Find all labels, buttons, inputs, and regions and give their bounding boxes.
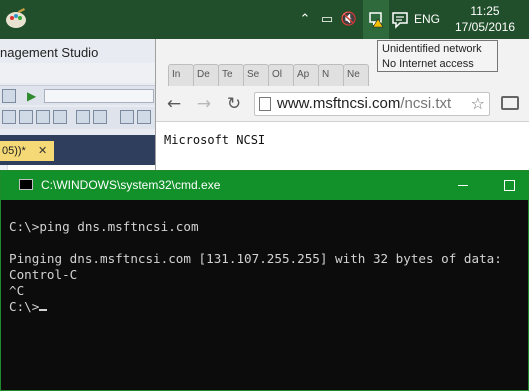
console-line: Pinging dns.msftncsi.com [131.107.255.25… [9, 251, 502, 266]
chrome-tab[interactable]: Ne [343, 64, 369, 86]
tooltip-line: Unidentified network [382, 43, 482, 55]
clock-time[interactable]: 11:25 [456, 4, 514, 18]
text-cursor [39, 309, 48, 311]
chrome-tab[interactable]: Te [218, 64, 244, 86]
chrome-toolbar: ← → ↻ www.msftncsi.com/ncsi.txt ☆ [156, 86, 529, 122]
ssms-toolbar: ▶ [0, 85, 170, 105]
clock-date[interactable]: 17/05/2016 [452, 20, 518, 34]
url-host: www.msftncsi.com [277, 95, 401, 112]
close-icon[interactable]: ✕ [38, 141, 47, 161]
chrome-tab[interactable]: Ap [293, 64, 319, 86]
ssms-toolbar-button[interactable] [19, 110, 33, 124]
cmd-app-icon [19, 179, 33, 190]
ssms-window-title: nagement Studio [0, 45, 99, 60]
taskbar: ⌃ ▭ 🔇 ENG 11:25 17/05/2016 [0, 0, 529, 39]
minimize-button[interactable] [453, 175, 473, 195]
ssms-toolbar-button[interactable] [137, 110, 151, 124]
maximize-button[interactable] [499, 175, 519, 195]
cmd-window-title: C:\WINDOWS\system32\cmd.exe [41, 178, 221, 192]
url-path: /ncsi.txt [400, 95, 452, 112]
ssms-toolbar-button[interactable] [76, 110, 90, 124]
tooltip-line: No Internet access [382, 58, 474, 70]
ssms-document-tabs: 05))* ✕ [0, 135, 170, 165]
ssms-toolbar-button[interactable] [2, 110, 16, 124]
forward-arrow-icon[interactable]: → [194, 94, 214, 114]
ssms-toolbar-2 [0, 107, 170, 129]
console-line: C:\>ping dns.msftncsi.com [9, 219, 199, 234]
console-line: Control-C [9, 267, 78, 282]
console-prompt: C:\> [9, 299, 40, 314]
console-line: ^C [9, 283, 25, 298]
cmd-title-bar[interactable]: C:\WINDOWS\system32\cmd.exe [1, 171, 528, 200]
chrome-tab[interactable]: De [193, 64, 219, 86]
ssms-toolbar-button[interactable] [53, 110, 67, 124]
address-bar[interactable]: www.msftncsi.com/ncsi.txt ☆ [254, 92, 490, 116]
chrome-tab[interactable]: N [318, 64, 344, 86]
console-prompt-line: C:\> [9, 299, 502, 315]
ssms-toolbar-button[interactable] [2, 89, 16, 103]
network-status-tooltip: Unidentified network No Internet access [377, 40, 498, 72]
chrome-tab[interactable]: In [168, 64, 194, 86]
volume-muted-icon[interactable]: 🔇 [340, 11, 358, 29]
chrome-tab[interactable]: Se [243, 64, 269, 86]
page-content-text: Microsoft NCSI [164, 133, 266, 147]
ssms-toolbar-button[interactable] [120, 110, 134, 124]
ssms-query-tab-label: 05))* [2, 145, 26, 157]
power-icon[interactable]: ▭ [318, 11, 336, 29]
execute-play-icon[interactable]: ▶ [27, 89, 36, 103]
paint-palette-icon[interactable] [4, 7, 28, 31]
action-center-icon[interactable] [391, 11, 409, 29]
cast-icon[interactable] [501, 96, 519, 110]
ssms-menubar [0, 63, 170, 83]
database-dropdown[interactable] [44, 89, 154, 103]
ssms-toolbar-button[interactable] [36, 110, 50, 124]
cmd-window: C:\WINDOWS\system32\cmd.exe C:\>ping dns… [0, 170, 529, 391]
address-bar-url: www.msftncsi.com/ncsi.txt [277, 95, 451, 112]
network-warning-icon[interactable] [367, 10, 385, 28]
reload-icon[interactable]: ↻ [224, 94, 244, 114]
bookmark-star-icon[interactable]: ☆ [471, 94, 485, 113]
ssms-query-tab[interactable]: 05))* ✕ [0, 141, 54, 161]
ssms-toolbar-button[interactable] [93, 110, 107, 124]
chrome-tab[interactable]: Ol [268, 64, 294, 86]
page-icon [259, 97, 271, 111]
language-indicator[interactable]: ENG [414, 12, 440, 26]
cmd-console-output[interactable]: C:\>ping dns.msftncsi.com Pinging dns.msf… [9, 219, 502, 315]
back-arrow-icon[interactable]: ← [164, 94, 184, 114]
chevron-up-icon[interactable]: ⌃ [296, 11, 314, 29]
